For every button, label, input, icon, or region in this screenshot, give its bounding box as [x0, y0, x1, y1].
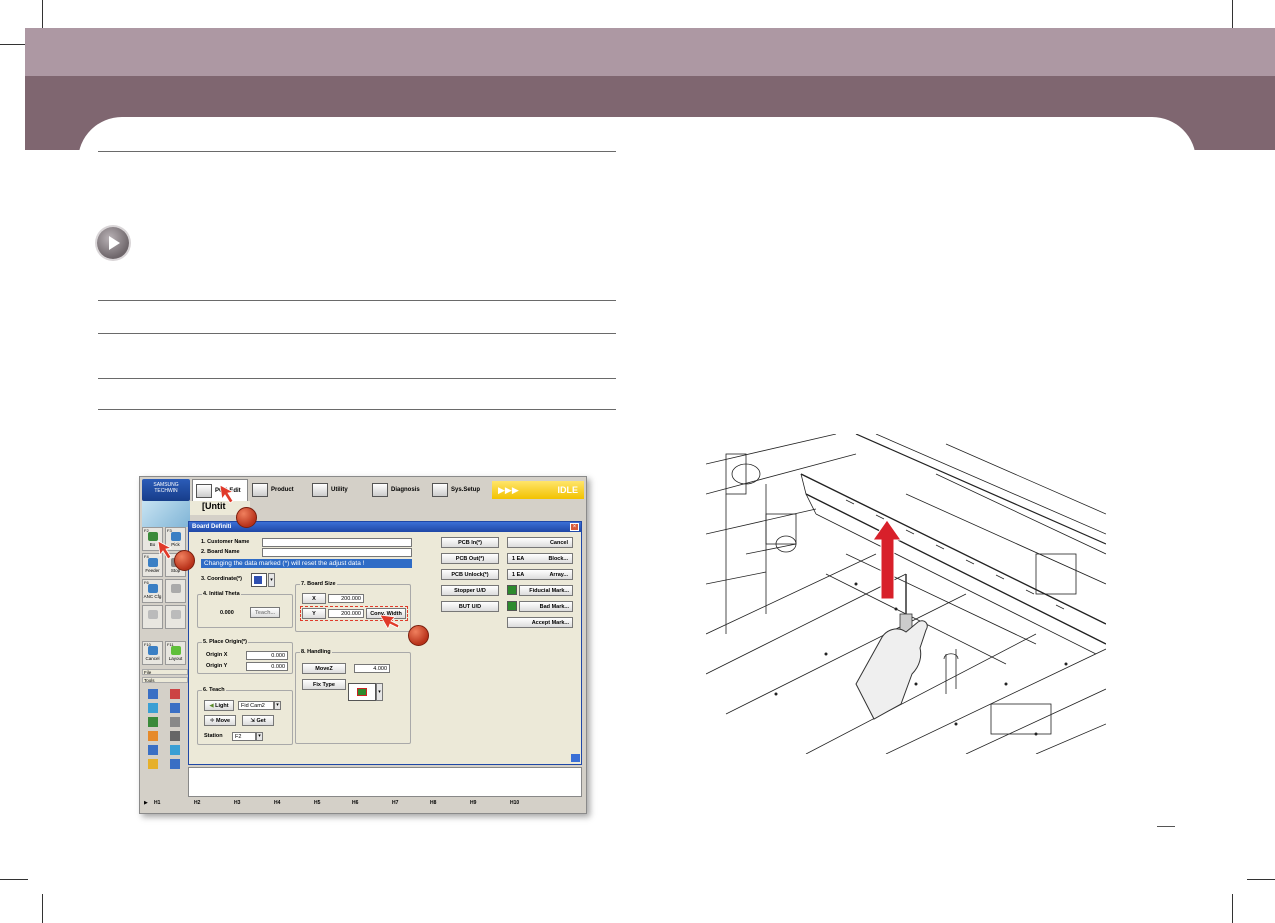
- section-rule: [98, 151, 616, 152]
- table-rule: [98, 333, 616, 334]
- crop-mark: [42, 894, 43, 923]
- header-band-light: [25, 28, 1275, 76]
- callout-arrows: [157, 484, 400, 630]
- crop-mark: [1232, 0, 1233, 30]
- crop-mark: [0, 44, 28, 45]
- crop-mark: [1247, 879, 1275, 880]
- play-icon: [97, 227, 129, 259]
- software-screenshot: SAMSUNG TECHWIN PCB Edit Product Utility…: [139, 476, 587, 814]
- crop-mark: [42, 0, 43, 30]
- table-rule: [98, 300, 616, 301]
- page-number-rule: [1157, 826, 1175, 827]
- conveyor-illustration: [706, 434, 1106, 754]
- crop-mark: [1232, 894, 1233, 923]
- table-rule: [98, 378, 616, 379]
- table-rule: [98, 409, 616, 410]
- crop-mark: [0, 879, 28, 880]
